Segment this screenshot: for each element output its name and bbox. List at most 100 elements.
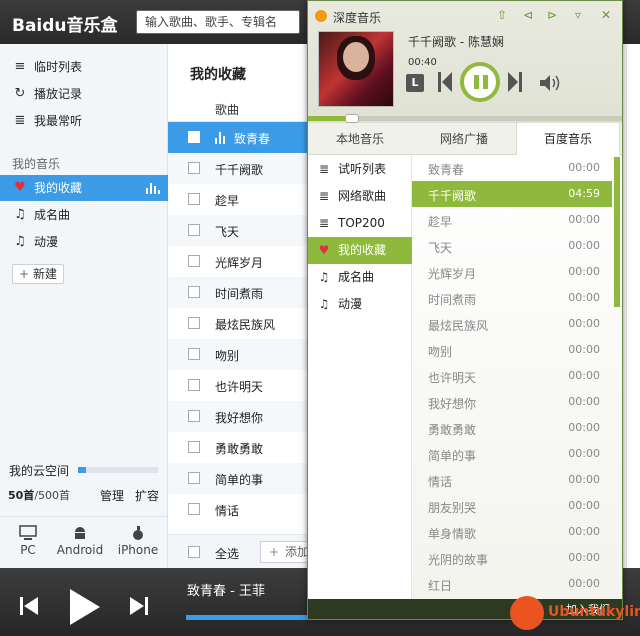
track-row[interactable]: 最炫民族风 00:00 [412,311,612,337]
track-row[interactable]: 时间煮雨 00:00 [412,285,612,311]
track-row[interactable]: 也许明天 00:00 [412,363,612,389]
track-row[interactable]: 勇敢勇敢 00:00 [412,415,612,441]
track-duration: 00:00 [568,291,600,304]
row-checkbox[interactable] [188,472,200,484]
tab-local-music[interactable]: 本地音乐 [308,123,412,155]
table-row[interactable]: 光辉岁月 [168,246,308,277]
song-title: 飞天 [215,225,240,239]
search-input[interactable]: 输入歌曲、歌手、专辑名 [136,10,300,34]
track-list-scrollbar[interactable] [614,157,620,307]
sidebar-item-favorites[interactable]: ♥ 我的收藏 [0,175,168,201]
row-checkbox[interactable] [188,503,200,515]
playlist-nav-item[interactable]: ♫ 成名曲 [308,264,412,291]
next-icon[interactable] [508,72,522,92]
row-checkbox[interactable] [188,286,200,298]
tab-radio[interactable]: 网络广播 [412,123,516,155]
pause-button[interactable] [460,62,500,102]
track-duration: 00:00 [568,161,600,174]
table-row[interactable]: 千千阙歌 [168,153,308,184]
row-checkbox[interactable] [188,317,200,329]
device-pc[interactable]: PC [0,517,56,569]
baidu-right-edge [626,44,640,568]
table-row[interactable]: 吻别 [168,339,308,370]
sidebar-item-anime[interactable]: ♫ 动漫 [0,229,168,255]
track-row[interactable]: 光辉岁月 00:00 [412,259,612,285]
cloud-total: /500首 [34,489,71,502]
sidebar-item-temp-list[interactable]: ≡ 临时列表 [0,54,168,80]
compact-icon[interactable]: ⊳ [544,7,560,23]
sidebar-item-most-played[interactable]: ≣ 我最常听 [0,108,168,134]
baidu-progress-bar[interactable] [186,615,310,620]
track-row[interactable]: 千千阙歌 04:59 [412,181,612,207]
track-row[interactable]: 致青春 00:00 [412,155,612,181]
track-name: 光辉岁月 [428,267,477,281]
row-checkbox[interactable] [188,410,200,422]
select-all-label: 全选 [215,547,240,561]
track-row[interactable]: 朋友别哭 00:00 [412,493,612,519]
table-row[interactable]: 致青春 [168,122,308,153]
previous-icon[interactable] [20,597,40,615]
new-playlist-button[interactable]: + 新建 [12,264,64,284]
plus-icon: + [19,267,30,281]
ubuntu-logo-icon [510,596,544,630]
playlist-nav-item[interactable]: ♥ 我的收藏 [308,237,412,264]
row-checkbox[interactable] [188,441,200,453]
song-title: 光辉岁月 [215,256,264,270]
playlist-nav-item[interactable]: ≣ 试听列表 [308,156,412,183]
column-song: 歌曲 [215,103,240,117]
play-icon[interactable] [70,589,100,625]
next-icon[interactable] [128,597,148,615]
sidebar-item-history[interactable]: ↻ 播放记录 [0,81,168,107]
expand-link[interactable]: 扩容 [135,487,159,504]
row-checkbox[interactable] [188,131,200,143]
table-row[interactable]: 勇敢勇敢 [168,432,308,463]
row-checkbox[interactable] [188,162,200,174]
mini-mode-icon[interactable]: ⊲ [520,7,536,23]
skin-icon[interactable]: ⇧ [494,7,510,23]
sidebar-item-hits[interactable]: ♫ 成名曲 [0,202,168,228]
table-row[interactable]: 时间煮雨 [168,277,308,308]
table-row[interactable]: 我好想你 [168,401,308,432]
lyrics-mode-button[interactable]: L [406,74,424,92]
table-row[interactable]: 也许明天 [168,370,308,401]
playlist-nav-item[interactable]: ♫ 动漫 [308,291,412,318]
current-song: 千千阙歌 - 陈慧娴 [408,35,504,49]
cloud-count: 50首/500首 [8,487,70,503]
row-checkbox[interactable] [188,348,200,360]
select-all-checkbox[interactable] [188,546,200,558]
table-row[interactable]: 简单的事 [168,463,308,494]
track-row[interactable]: 飞天 00:00 [412,233,612,259]
tab-baidu-music[interactable]: 百度音乐 [516,123,620,156]
track-row[interactable]: 红日 00:00 [412,571,612,597]
previous-icon[interactable] [438,72,452,92]
track-row[interactable]: 趁早 00:00 [412,207,612,233]
track-row[interactable]: 情话 00:00 [412,467,612,493]
row-checkbox[interactable] [188,224,200,236]
deepin-logo-icon [315,10,327,22]
playlist-nav-item[interactable]: ≣ 网络歌曲 [308,183,412,210]
track-row[interactable]: 吻别 00:00 [412,337,612,363]
pause-bar-right [483,75,488,89]
table-row[interactable]: 飞天 [168,215,308,246]
device-android[interactable]: Android [52,517,108,569]
manage-link[interactable]: 管理 [100,487,124,504]
table-row[interactable]: 最炫民族风 [168,308,308,339]
progress-handle[interactable] [344,114,359,123]
close-icon[interactable]: ✕ [598,7,614,23]
volume-icon[interactable] [540,74,560,92]
table-row[interactable]: 趁早 [168,184,308,215]
track-row[interactable]: 光阴的故事 00:00 [412,545,612,571]
track-row[interactable]: 我好想你 00:00 [412,389,612,415]
row-checkbox[interactable] [188,255,200,267]
device-iphone[interactable]: iPhone [110,517,166,569]
table-row[interactable]: 情话 [168,494,308,525]
track-row[interactable]: 单身情歌 00:00 [412,519,612,545]
row-checkbox[interactable] [188,379,200,391]
playlist-nav-label: 动漫 [338,297,363,311]
row-checkbox[interactable] [188,193,200,205]
device-label: PC [20,543,36,557]
track-row[interactable]: 简单的事 00:00 [412,441,612,467]
minimize-icon[interactable] [576,7,592,23]
deepin-progress-bar[interactable] [308,114,622,123]
playlist-nav-item[interactable]: ≣ TOP200 [308,210,412,237]
